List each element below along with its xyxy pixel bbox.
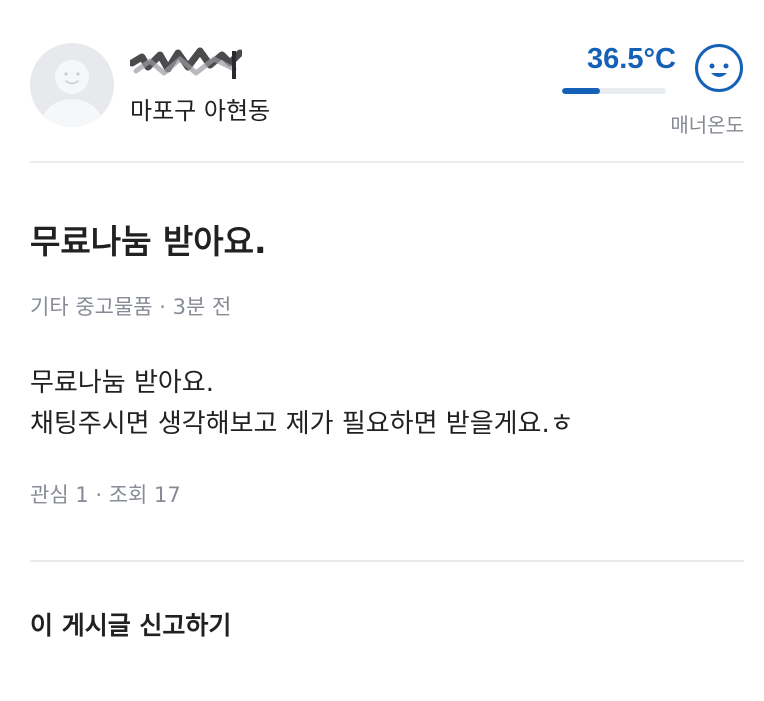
nickname-redacted [128,47,244,81]
stats-separator: · [88,483,109,507]
article-body-line: 채팅주시면 생각해보고 제가 필요하면 받을게요.ㅎ [30,409,574,439]
view-count: 조회 17 [108,483,181,507]
smile-face-icon [695,44,743,92]
default-avatar-icon [42,60,102,127]
manner-temperature[interactable]: 36.5°C 매너온도 [554,43,744,143]
meta-separator: · [152,295,173,319]
interest-count: 관심 1 [30,483,89,507]
manner-temperature-label: 매너온도 [670,113,744,137]
article-body: 무료나눔 받아요. 채팅주시면 생각해보고 제가 필요하면 받을게요.ㅎ [30,363,574,445]
article-detail-page: 마포구 아현동 36.5°C 매너온도 무료나눔 받아요. 기타 중고물품 · … [0,0,764,701]
avatar[interactable] [30,43,114,127]
manner-temperature-bar [562,88,666,94]
seller-region: 마포구 아현동 [130,97,271,125]
article-category[interactable]: 기타 중고물품 [30,295,153,319]
divider [30,560,744,562]
article-stats: 관심 1 · 조회 17 [30,479,181,509]
seller-profile[interactable]: 마포구 아현동 36.5°C 매너온도 [30,43,744,143]
manner-temperature-value: 36.5°C [587,43,676,75]
manner-temperature-fill [562,88,600,94]
article-body-line: 무료나눔 받아요. [30,368,214,398]
report-post-button[interactable]: 이 게시글 신고하기 [30,606,231,642]
article-meta: 기타 중고물품 · 3분 전 [30,291,231,321]
article-time: 3분 전 [172,295,232,319]
article-title: 무료나눔 받아요. [30,222,267,261]
divider [30,161,744,163]
